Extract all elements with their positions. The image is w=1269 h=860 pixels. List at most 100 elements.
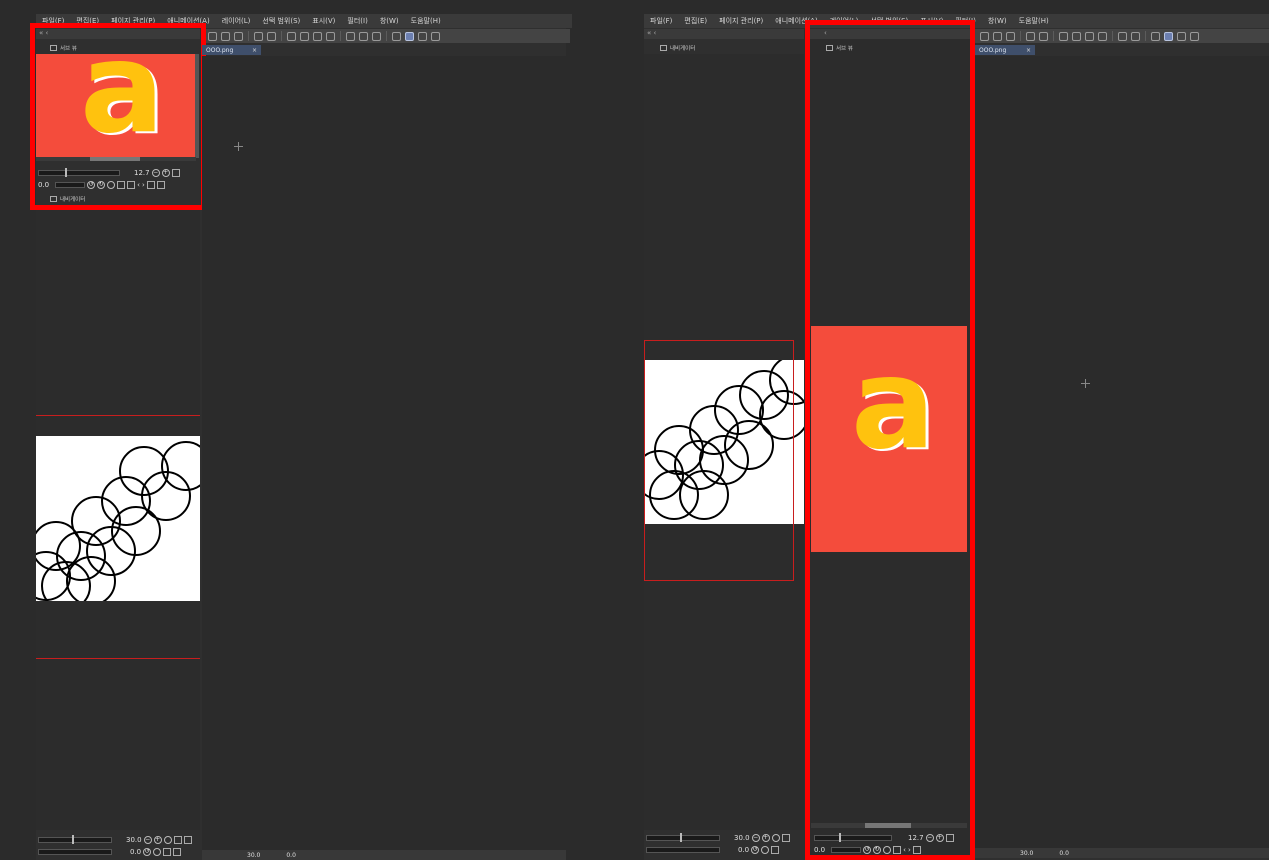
right-navigator-collapse-bar[interactable]: « ‹	[644, 29, 804, 39]
navigator-reset-rotate-icon[interactable]	[153, 847, 162, 856]
invert-selection-icon[interactable]	[359, 31, 368, 41]
menu-file[interactable]: 파일(F)	[42, 16, 64, 26]
navigator-rotate-slider[interactable]	[38, 848, 112, 855]
left-document-tab[interactable]: OOO.png ×	[202, 45, 261, 55]
navigator-zoom-slider[interactable]	[646, 832, 720, 842]
crop-icon[interactable]	[326, 31, 335, 41]
menu-window[interactable]: 창(W)	[988, 16, 1007, 26]
navigator-zoom-out-icon[interactable]: −	[143, 835, 152, 844]
menu-file[interactable]: 파일(F)	[650, 16, 672, 26]
next-image-icon[interactable]: ›	[142, 181, 145, 189]
right-navigator-view-frame[interactable]	[644, 340, 794, 581]
navigator-zoom-in-icon[interactable]: +	[761, 833, 770, 842]
zoom-in-icon[interactable]: +	[935, 833, 944, 842]
loading-icon[interactable]	[287, 31, 296, 41]
new-canvas-icon[interactable]	[208, 31, 217, 41]
flip-vertical-icon[interactable]	[127, 180, 136, 189]
open-folder-icon[interactable]	[912, 845, 921, 854]
deselect-icon[interactable]	[346, 31, 355, 41]
menu-view[interactable]: 표시(V)	[312, 16, 335, 26]
flip-horizontal-icon[interactable]	[117, 180, 126, 189]
menu-filter[interactable]: 필터(I)	[347, 16, 367, 26]
reset-rotate-icon[interactable]	[107, 180, 116, 189]
navigator-actual-size-icon[interactable]	[173, 835, 182, 844]
snap-ruler-icon[interactable]	[1151, 31, 1160, 41]
navigator-reset-rotate-icon[interactable]	[761, 845, 770, 854]
menu-help[interactable]: 도움말(H)	[411, 16, 441, 26]
rotate-slider[interactable]	[55, 181, 86, 188]
left-sub-view-scrollbar-v[interactable]	[195, 54, 199, 158]
reset-rotate-icon[interactable]	[883, 845, 892, 854]
previous-image-icon[interactable]: ‹	[903, 846, 906, 854]
menu-window[interactable]: 창(W)	[380, 16, 399, 26]
left-canvas-area[interactable]	[202, 56, 566, 850]
rotate-right-icon[interactable]: ↻	[97, 180, 106, 189]
navigator-flip-h-icon[interactable]	[163, 847, 172, 856]
snap-ruler-icon[interactable]	[392, 31, 401, 41]
previous-image-icon[interactable]: ‹	[137, 181, 140, 189]
navigator-flip-h-icon[interactable]	[771, 845, 780, 854]
menu-filter[interactable]: 필터(I)	[955, 16, 975, 26]
right-sub-view-scroll-thumb[interactable]	[865, 823, 911, 828]
menu-selection[interactable]: 선택 범위(S)	[262, 16, 300, 26]
snap-grid-icon[interactable]	[1177, 31, 1186, 41]
navigator-fit-icon[interactable]	[771, 833, 780, 842]
snap-special-ruler-icon[interactable]	[1164, 31, 1173, 41]
menu-selection[interactable]: 선택 범위(S)	[870, 16, 908, 26]
crop-icon[interactable]	[1098, 31, 1107, 41]
right-canvas-area[interactable]	[975, 56, 1269, 848]
select-all-icon[interactable]	[372, 31, 381, 41]
zoom-in-icon[interactable]: +	[161, 168, 170, 177]
right-subview-collapse-bar[interactable]: ‹	[810, 29, 970, 39]
navigator-fit-window-icon[interactable]	[183, 835, 192, 844]
left-sub-view-scroll-thumb[interactable]	[90, 157, 140, 161]
undo-icon[interactable]	[254, 31, 263, 41]
open-folder-icon[interactable]	[146, 180, 155, 189]
fit-icon[interactable]	[171, 168, 180, 177]
menu-animation[interactable]: 애니메이션(A)	[775, 16, 817, 26]
deselect-icon[interactable]	[1118, 31, 1127, 41]
rotate-right-icon[interactable]: ↻	[873, 845, 882, 854]
menu-edit[interactable]: 편집(E)	[684, 16, 707, 26]
menu-edit[interactable]: 편집(E)	[76, 16, 99, 26]
fit-icon[interactable]	[945, 833, 954, 842]
navigator-zoom-out-icon[interactable]: −	[751, 833, 760, 842]
open-icon[interactable]	[221, 31, 230, 41]
navigator-flip-v-icon[interactable]	[173, 847, 182, 856]
undo-icon[interactable]	[1026, 31, 1035, 41]
clear-icon[interactable]	[300, 31, 309, 41]
menu-animation[interactable]: 애니메이션(A)	[167, 16, 209, 26]
loading-icon[interactable]	[1059, 31, 1068, 41]
open-icon[interactable]	[993, 31, 1002, 41]
save-icon[interactable]	[1006, 31, 1015, 41]
rotate-left-icon[interactable]: ↺	[87, 180, 96, 189]
left-navigator-canvas-thumbnail[interactable]	[36, 436, 200, 601]
rotate-slider[interactable]	[831, 846, 862, 853]
rotate-left-icon[interactable]: ↺	[863, 845, 872, 854]
menu-layer[interactable]: 레이어(L)	[222, 16, 251, 26]
menu-view[interactable]: 표시(V)	[920, 16, 943, 26]
menu-page-manage[interactable]: 페이지 관리(P)	[719, 16, 763, 26]
zoom-out-icon[interactable]: −	[925, 833, 934, 842]
flip-horizontal-icon[interactable]	[893, 845, 902, 854]
menu-page-manage[interactable]: 페이지 관리(P)	[111, 16, 155, 26]
zoom-slider[interactable]	[38, 167, 120, 177]
right-tab-sub-view[interactable]: 서브 뷰	[826, 43, 853, 52]
snap-special-ruler-icon[interactable]	[405, 31, 414, 41]
close-tab-icon[interactable]: ×	[1026, 47, 1031, 54]
fill-icon[interactable]	[1085, 31, 1094, 41]
redo-icon[interactable]	[1039, 31, 1048, 41]
navigator-actual-size-icon[interactable]	[781, 833, 790, 842]
new-canvas-icon[interactable]	[980, 31, 989, 41]
redo-icon[interactable]	[267, 31, 276, 41]
right-document-tab[interactable]: OOO.png ×	[975, 45, 1035, 55]
left-subview-collapse-bar[interactable]: « ‹	[36, 29, 200, 39]
navigator-rotate-slider[interactable]	[646, 846, 720, 853]
fill-icon[interactable]	[313, 31, 322, 41]
navigator-fit-icon[interactable]	[163, 835, 172, 844]
navigator-zoom-slider[interactable]	[38, 834, 112, 844]
navigator-rotate-left-icon[interactable]: ↺	[143, 847, 152, 856]
left-tab-sub-view[interactable]: 서브 뷰	[50, 43, 77, 52]
close-tab-icon[interactable]: ×	[252, 47, 257, 54]
menu-help[interactable]: 도움말(H)	[1019, 16, 1049, 26]
